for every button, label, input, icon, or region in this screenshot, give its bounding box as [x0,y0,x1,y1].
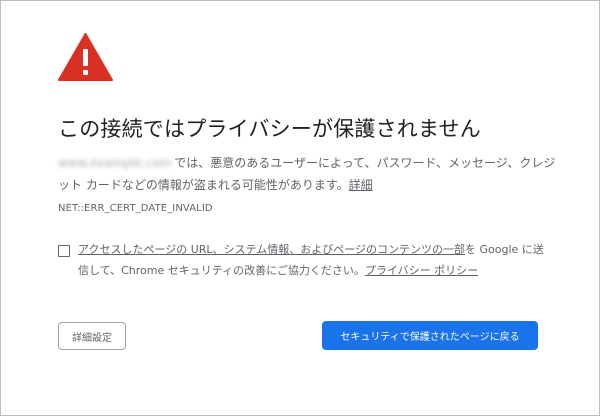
error-code: NET::ERR_CERT_DATE_INVALID [58,203,213,214]
privacy-policy-link[interactable]: プライバシー ポリシー [365,264,478,277]
details-link[interactable]: 詳細 [349,178,373,192]
interstitial-page: この接続ではプライバシーが保護されません www.example.com では、悪… [0,0,600,416]
page-title: この接続ではプライバシーが保護されません [58,117,481,141]
site-hostname: www.example.com [58,156,172,170]
description-text: www.example.com では、悪意のあるユーザーによって、パスワード、メッ… [58,152,558,196]
optin-label-underlined: アクセスしたページの URL、システム情報、およびページのコンテンツの一部 [78,243,465,256]
optin-label: アクセスしたページの URL、システム情報、およびページのコンテンツの一部を G… [78,239,548,281]
warning-triangle-icon [58,33,113,81]
optin-checkbox[interactable] [58,245,70,257]
advanced-button[interactable]: 詳細設定 [58,322,126,350]
back-to-safety-button[interactable]: セキュリティで保護されたページに戻る [322,321,538,350]
